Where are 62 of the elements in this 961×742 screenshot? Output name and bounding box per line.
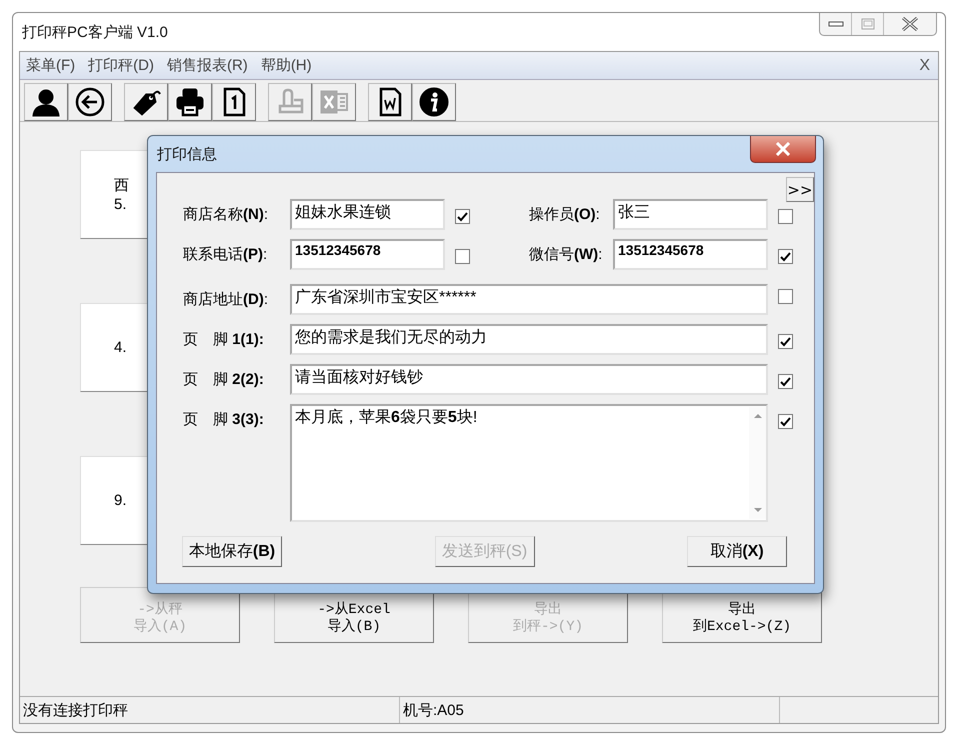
status-text: 机号:A05 <box>400 697 780 723</box>
checkbox[interactable] <box>778 334 793 349</box>
text-field[interactable]: 请当面核对好钱钞 <box>290 364 768 395</box>
field-label: 联系电话(P): <box>183 245 268 264</box>
maximize-icon <box>860 18 874 30</box>
menu-item[interactable]: 打印秤(D) <box>88 56 154 75</box>
text-field[interactable]: 13512345678 <box>613 239 768 270</box>
tile-text: 西 <box>114 176 129 194</box>
checkbox[interactable] <box>778 209 793 224</box>
close-button[interactable]: X <box>919 56 930 74</box>
field-label: 操作员(O): <box>528 205 601 224</box>
close-icon <box>901 17 919 31</box>
scroll-up-icon[interactable] <box>752 413 762 419</box>
info-icon <box>418 86 450 118</box>
dialog-title: 打印信息 <box>157 144 218 164</box>
text-field[interactable]: 13512345678 <box>290 239 445 270</box>
text-field[interactable]: 姐妹水果连锁 <box>290 199 445 230</box>
user-button[interactable] <box>24 83 68 121</box>
checkmark-icon <box>780 252 791 262</box>
printer-button[interactable] <box>168 83 212 121</box>
scroll-down-icon[interactable] <box>752 507 762 513</box>
close-button[interactable] <box>750 136 816 163</box>
field-label: 微信号(W): <box>528 245 604 264</box>
tile-text: 5. <box>114 194 127 214</box>
text-field[interactable]: 张三 <box>613 199 768 230</box>
tile-text: 4. <box>114 338 127 357</box>
tag-button[interactable] <box>124 83 168 121</box>
checkmark-icon <box>780 376 791 386</box>
document-button[interactable] <box>368 83 412 121</box>
dialog-button[interactable]: 取消(X) <box>687 536 787 567</box>
status-text: 没有连接打印秤 <box>20 697 400 723</box>
field-label: 商店名称(N): <box>183 205 269 224</box>
checkbox[interactable] <box>778 414 793 429</box>
text-field[interactable]: 您的需求是我们无尽的动力 <box>290 324 768 355</box>
page-button[interactable] <box>212 83 256 121</box>
checkbox[interactable] <box>778 289 793 304</box>
scrollbar[interactable] <box>749 407 766 519</box>
printer-icon <box>174 86 206 118</box>
back-arrow-button[interactable] <box>68 83 112 121</box>
field-label: 页 脚 3(3): <box>183 410 265 429</box>
field-label: 页 脚 1(1): <box>183 330 265 349</box>
text-field[interactable]: 广东省深圳市宝安区****** <box>290 284 768 315</box>
checkmark-icon <box>457 212 468 222</box>
close-icon <box>775 142 791 156</box>
field-label: 商店地址(D): <box>183 290 269 309</box>
info-button[interactable] <box>412 83 456 121</box>
window-title: 打印秤PC客户端 V1.0 <box>22 22 169 42</box>
dialog-button[interactable]: 本地保存(B) <box>182 536 282 567</box>
minimize-icon <box>828 20 844 28</box>
checkbox[interactable] <box>778 374 793 389</box>
checkbox[interactable] <box>778 249 793 264</box>
checkmark-icon <box>780 416 791 426</box>
menu-item[interactable]: 帮助(H) <box>260 56 312 75</box>
tile-text: 9. <box>114 491 127 510</box>
checkmark-icon <box>780 336 791 346</box>
menu-item[interactable]: 销售报表(R) <box>166 56 248 75</box>
menu-item[interactable]: 菜单(F) <box>26 56 76 75</box>
text-area[interactable]: 本月底，苹果6袋只要5块! <box>290 404 768 522</box>
expand-button[interactable]: >> <box>786 177 814 202</box>
checkbox[interactable] <box>455 249 470 264</box>
field-label: 页 脚 2(2): <box>183 370 265 389</box>
checkbox[interactable] <box>455 209 470 224</box>
